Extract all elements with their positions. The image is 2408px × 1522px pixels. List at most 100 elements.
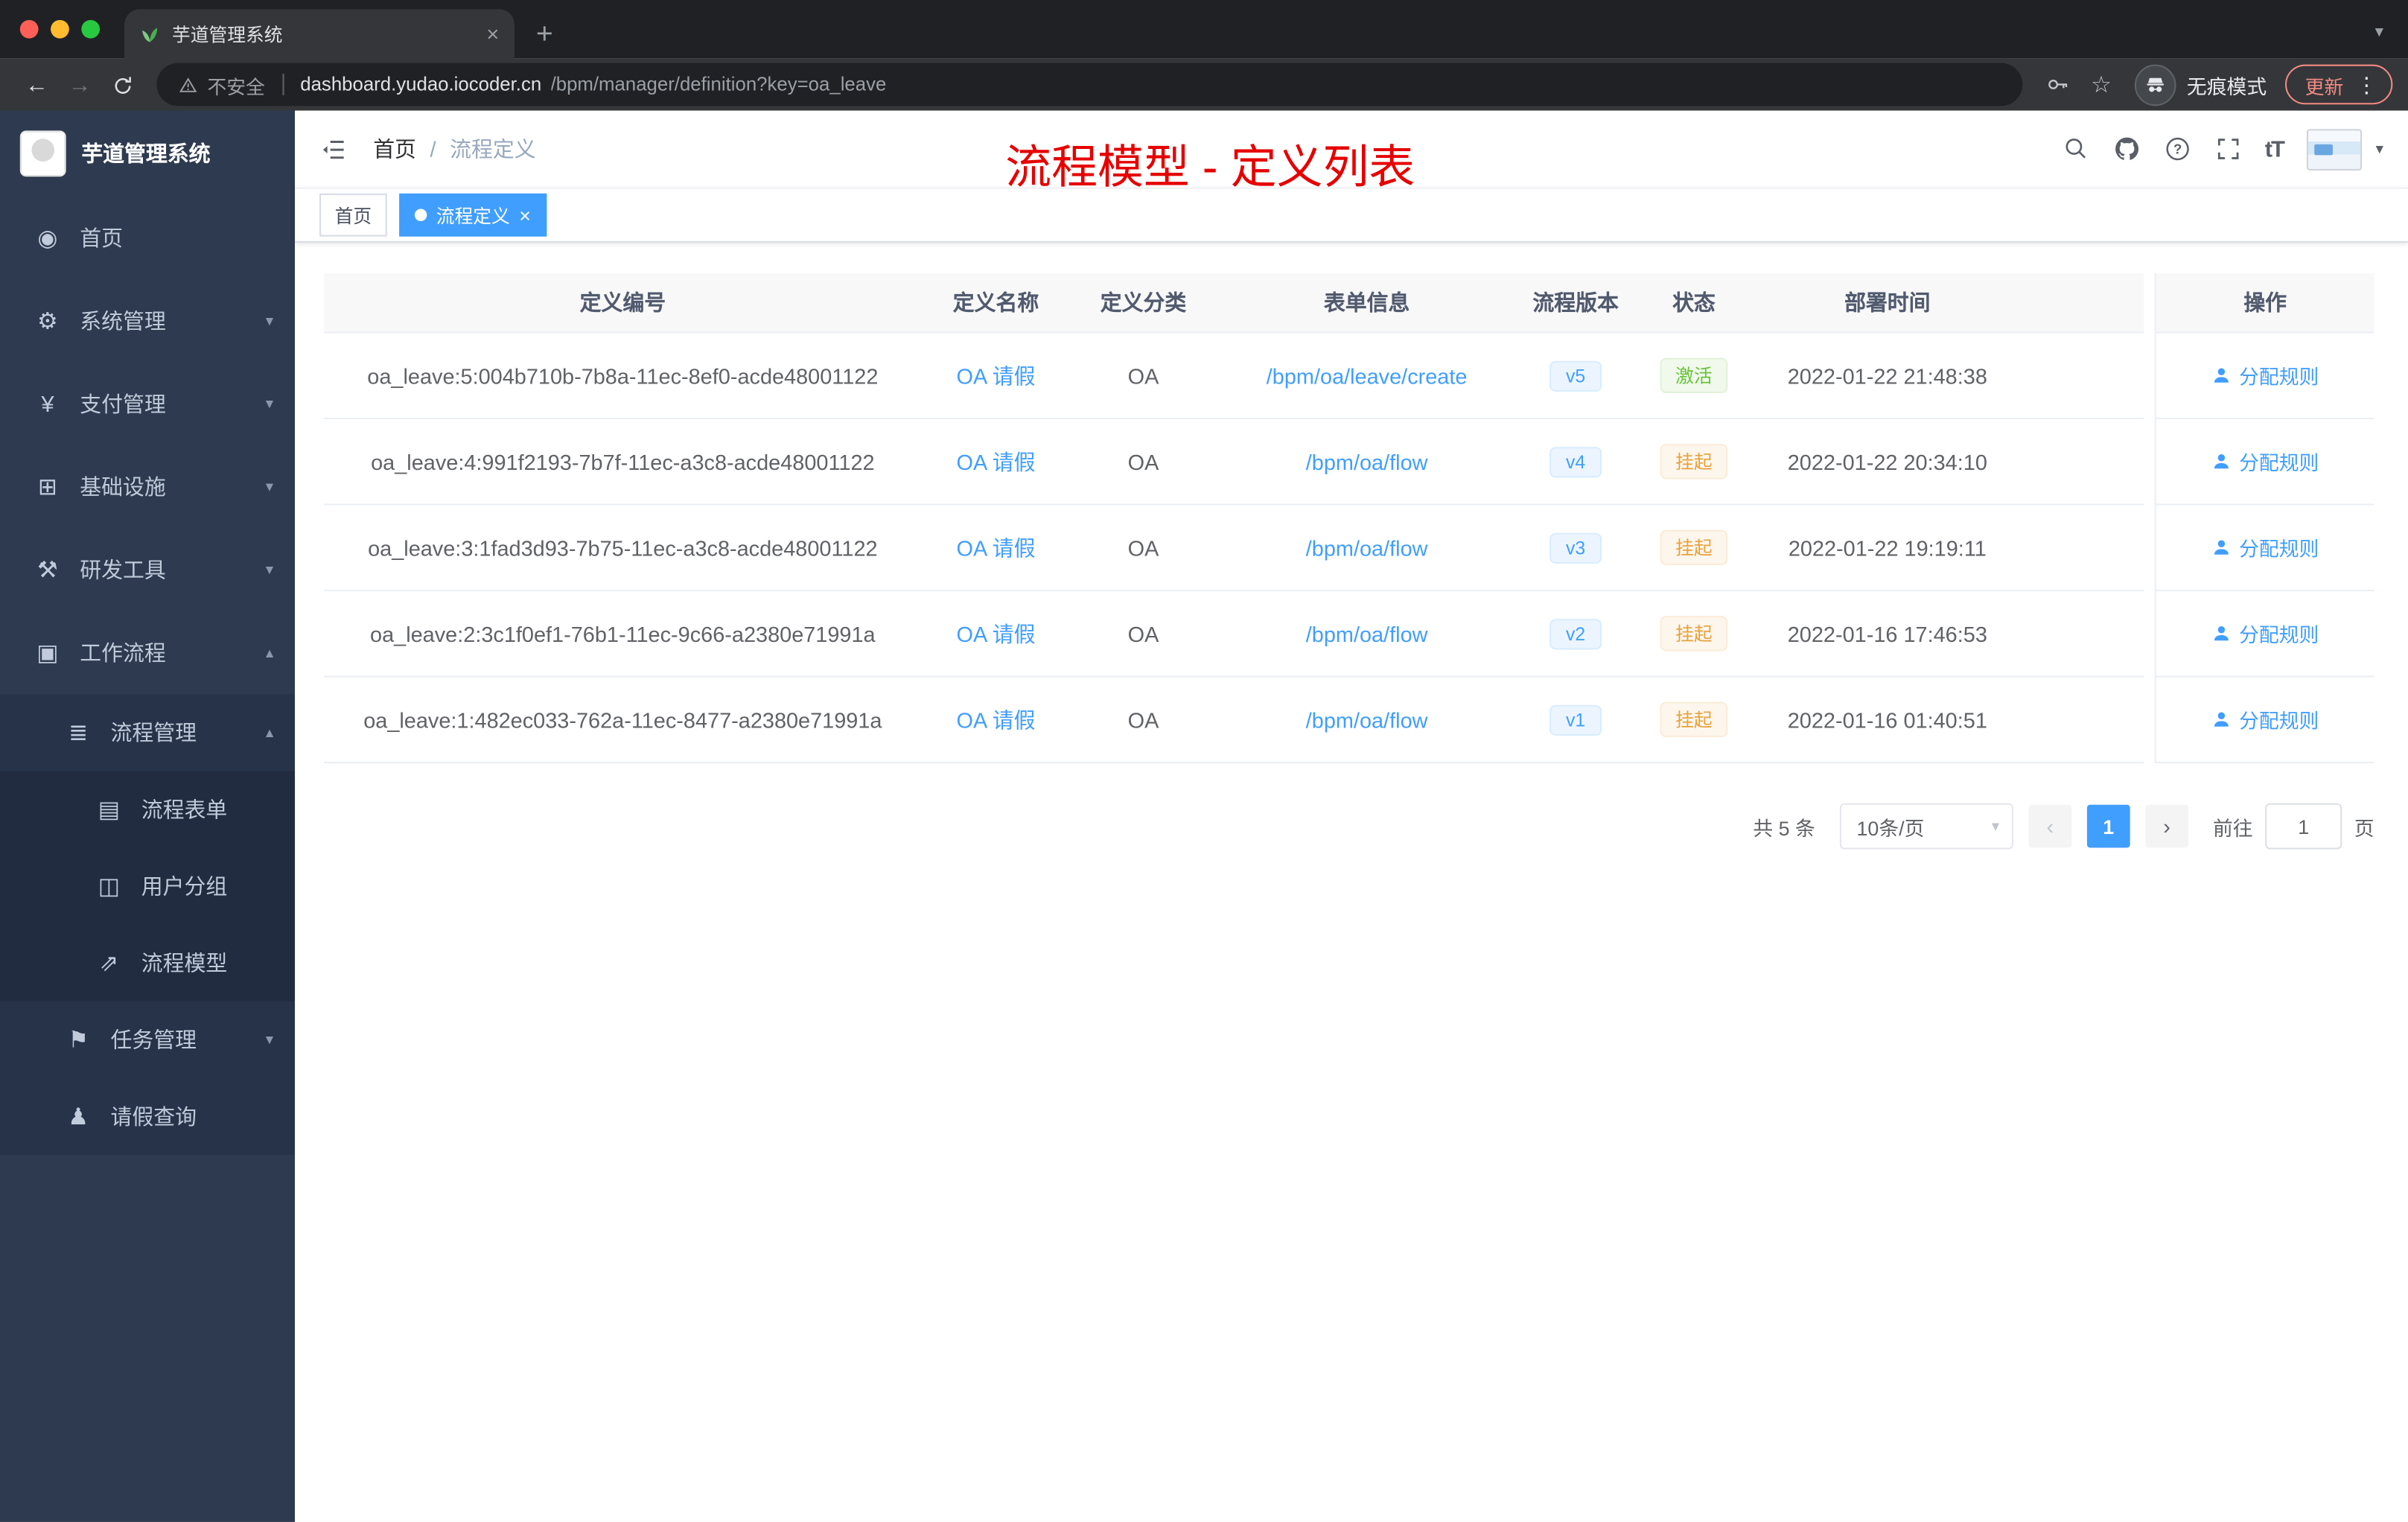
sidebar-item[interactable]: ⊞ 基础设施 ▾ [0,445,295,528]
version-cell: v4 [1517,419,1634,506]
tab-search-chevron-icon[interactable]: ▾ [2375,22,2383,42]
search-icon[interactable] [2063,136,2090,163]
bookmark-star-icon[interactable]: ☆ [2091,71,2112,98]
form-info-cell: /bpm/oa/flow [1216,678,1517,764]
category-cell: OA [1070,591,1217,678]
sidebar-collapse-icon[interactable] [319,134,348,163]
assign-rule-button[interactable]: 分配规则 [2211,619,2319,648]
sidebar-item[interactable]: ◫ 用户分组 ▾ [0,847,295,925]
chevron-down-icon: ▾ [265,1031,274,1048]
form-icon: ▤ [98,797,121,824]
status-cell: 挂起 [1634,678,1754,764]
definition-name-link[interactable]: OA 请假 [957,360,1036,391]
breadcrumb-current: 流程定义 [450,136,536,162]
header-actions: tT ▾ [2063,128,2383,170]
version-cell: v5 [1517,334,1634,420]
page-content: 定义编号 定义名称 定义分类 表单信息 流程版本 状态 部署时间 操作 oa_l… [295,243,2408,1522]
fixed-column-gap [2144,505,2156,592]
user-icon [2211,366,2232,386]
sidebar-item[interactable]: ⚙ 系统管理 ▾ [0,279,295,362]
sidebar-item[interactable]: ⚑ 任务管理 ▾ [0,1001,295,1078]
incognito-icon[interactable] [2134,63,2176,106]
definition-name-link[interactable]: OA 请假 [957,446,1036,477]
new-tab-button[interactable]: + [536,20,553,49]
view-tag[interactable]: 流程定义 × [399,193,547,237]
minimize-window-button[interactable] [51,19,69,39]
assign-rule-button[interactable]: 分配规则 [2211,705,2319,734]
sidebar-item[interactable]: ▤ 流程表单 ▾ [0,771,295,848]
filler-cell [2021,591,2144,678]
definition-name-link[interactable]: OA 请假 [957,532,1036,563]
sidebar-item[interactable]: ◉ 首页 ▾ [0,197,295,279]
tab-close-icon[interactable]: × [486,23,499,45]
user-avatar[interactable] [2306,128,2363,170]
goto-page-input[interactable] [2265,803,2342,850]
user-group-icon: ◫ [98,873,121,900]
form-info-link[interactable]: /bpm/oa/flow [1306,707,1428,732]
browser-tab[interactable]: 芋道管理系统 × [124,9,515,59]
help-question-icon[interactable] [2164,136,2191,163]
status-badge: 挂起 [1660,701,1728,737]
next-page-button[interactable]: › [2145,804,2188,848]
url-host: dashboard.yudao.iocoder.cn [300,74,542,95]
column-header: 定义编号 [324,273,922,334]
action-cell: 分配规则 [2156,419,2374,506]
avatar-caret-down-icon[interactable]: ▾ [2376,141,2383,158]
sidebar-item[interactable]: ▣ 工作流程 ▾ [0,611,295,694]
prev-page-button[interactable]: ‹ [2028,804,2072,848]
definition-name-link[interactable]: OA 请假 [957,618,1036,649]
sidebar-item[interactable]: ¥ 支付管理 ▾ [0,363,295,445]
breadcrumb-separator: / [430,136,436,162]
pagination: 共 5 条 10条/页 ▾ ‹ 1 › 前往 页 [324,803,2374,850]
form-info-link[interactable]: /bpm/oa/flow [1306,449,1428,474]
sidebar-item[interactable]: ⇗ 流程模型 ▾ [0,924,295,1002]
security-label: 不安全 [207,76,265,98]
browser-menu-kebab-icon[interactable]: ⋮ [2356,71,2377,98]
definition-name-cell: OA 请假 [921,334,1071,420]
assign-rule-button[interactable]: 分配规则 [2211,447,2319,476]
address-bar[interactable]: 不安全 dashboard.yudao.iocoder.cn /bpm/mana… [156,63,2022,106]
page-number-button[interactable]: 1 [2086,804,2130,848]
definition-name-link[interactable]: OA 请假 [957,704,1036,735]
sidebar-item[interactable]: ⚒ 研发工具 ▾ [0,529,295,611]
deploy-time-cell: 2022-01-22 21:48:38 [1754,334,2022,420]
window-controls [0,19,124,59]
definition-name-cell: OA 请假 [921,506,1071,592]
column-header: 部署时间 [1754,273,2022,334]
tag-close-icon[interactable]: × [519,205,531,225]
zoom-window-button[interactable] [81,19,101,39]
page-size-select[interactable]: 10条/页 ▾ [1839,803,2013,850]
form-info-link[interactable]: /bpm/oa/flow [1306,535,1428,560]
leave-query-icon: ♟ [68,1104,89,1130]
filler-cell [2021,334,2144,420]
assign-rule-label: 分配规则 [2239,365,2319,389]
password-key-icon[interactable] [2045,72,2069,97]
version-cell: v2 [1517,591,1634,678]
tag-label: 首页 [334,205,372,227]
sidebar-item[interactable]: ♟ 请假查询 ▾ [0,1077,295,1155]
reload-button[interactable] [101,71,144,98]
close-window-button[interactable] [19,19,39,39]
breadcrumb-home[interactable]: 首页 [373,133,416,164]
definition-table: 定义编号 定义名称 定义分类 表单信息 流程版本 状态 部署时间 操作 oa_l… [324,273,2374,764]
table-row: oa_leave:4:991f2193-7b7f-11ec-a3c8-acde4… [324,419,2374,506]
back-button[interactable]: ← [16,71,59,98]
goto-label: 前往 [2212,816,2253,840]
github-icon[interactable] [2113,136,2141,163]
sidebar-item[interactable]: ≣ 流程管理 ▾ [0,694,295,771]
form-info-link[interactable]: /bpm/oa/flow [1306,621,1428,646]
action-cell: 分配规则 [2156,591,2374,678]
forward-button[interactable]: → [58,71,101,98]
fullscreen-icon[interactable] [2214,136,2242,163]
form-info-link[interactable]: /bpm/oa/leave/create [1267,363,1468,388]
font-size-icon[interactable]: tT [2265,136,2285,162]
browser-update-button[interactable]: 更新 ⋮ [2284,64,2393,105]
assign-rule-button[interactable]: 分配规则 [2211,533,2319,562]
assign-rule-button[interactable]: 分配规则 [2211,361,2319,390]
definition-id-cell: oa_leave:1:482ec033-762a-11ec-8477-a2380… [324,678,922,764]
view-tag[interactable]: 首页 × [319,193,387,237]
fixed-column-gap [2144,333,2156,420]
dev-tools-icon: ⚒ [37,557,58,584]
brand-logo-avatar [19,130,66,177]
security-warning-icon[interactable] [178,74,198,95]
